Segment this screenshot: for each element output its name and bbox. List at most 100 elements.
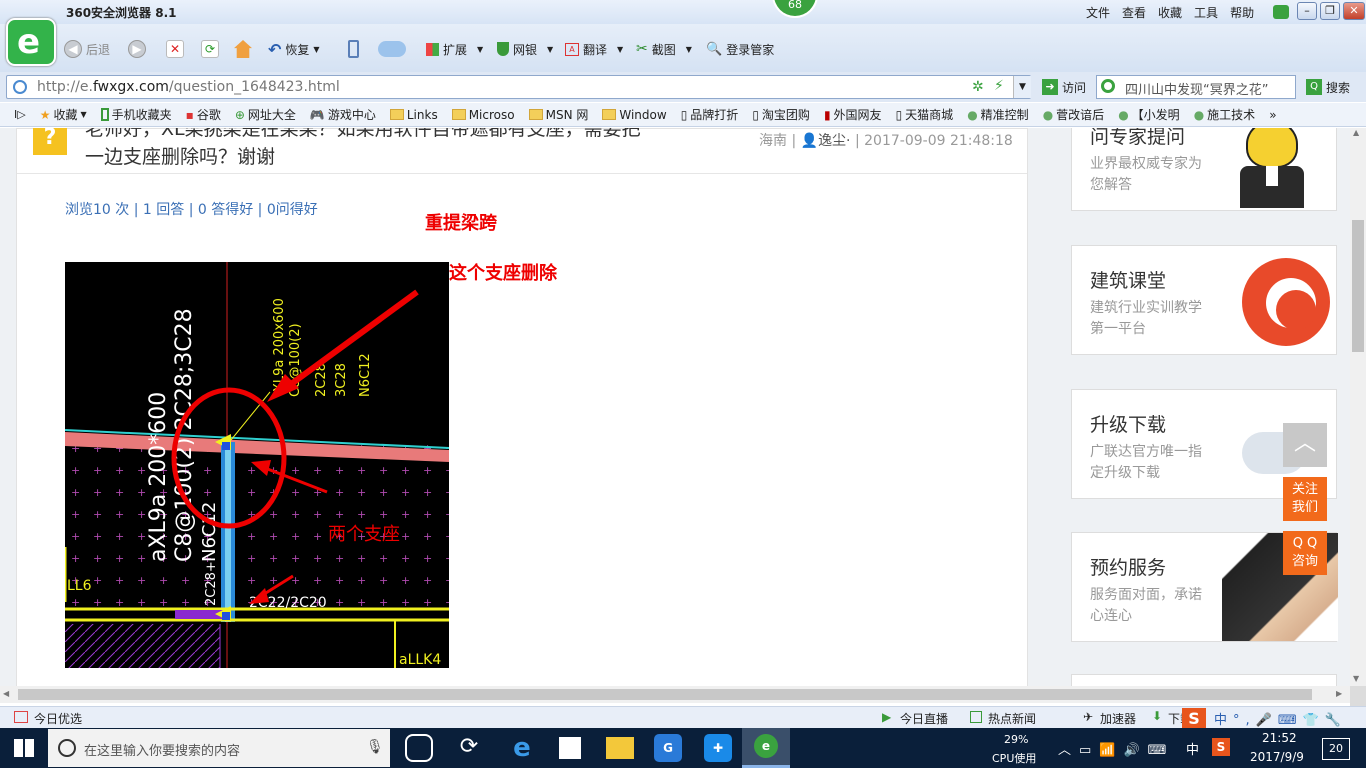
fav-google[interactable]: ▪ 谷歌	[186, 106, 221, 123]
fav-precise[interactable]: ● 精准控制	[967, 106, 1029, 123]
sogou-tray-icon[interactable]: S	[1212, 738, 1230, 756]
fav-brand[interactable]: ▯ 品牌打折	[681, 106, 739, 123]
question-meta: 海南 | 👤逸尘· | 2017-09-09 21:48:18	[759, 133, 1013, 149]
login-manager-button[interactable]: 🔍 登录管家	[706, 38, 774, 60]
notification-badge[interactable]: 68	[772, 0, 818, 18]
lightning-icon[interactable]: ⚡	[994, 78, 1004, 94]
fav-taobao[interactable]: ▯ 淘宝团购	[752, 106, 810, 123]
sidebar-toggle-icon[interactable]: I▷	[14, 108, 26, 121]
sidebar-card-expert[interactable]: 问专家提问 业界最权威专家为您解答	[1071, 128, 1337, 211]
horizontal-scrollbar[interactable]: ◀ ▶	[0, 686, 1350, 703]
fav-mobile[interactable]: 手机收藏夹	[100, 106, 172, 123]
clock-time[interactable]: 21:52	[1262, 731, 1297, 745]
scroll-up-icon[interactable]: ▲	[1353, 128, 1359, 137]
qq-consult-button[interactable]: Q Q咨询	[1283, 531, 1327, 575]
fav-invention[interactable]: ● 【小发明	[1118, 106, 1180, 123]
ime-toolbar[interactable]: 中°,🎤⌨👕🔧	[1214, 709, 1347, 728]
more-favorites-icon[interactable]: »	[1269, 108, 1276, 122]
scroll-right-icon[interactable]: ▶	[1336, 689, 1342, 698]
sogou-icon[interactable]: S	[1182, 708, 1206, 730]
restore-button[interactable]: ↶ 恢复 ▼	[268, 38, 320, 60]
fav-sites[interactable]: ⊕ 网址大全	[235, 106, 296, 123]
action-center-icon[interactable]: 20	[1322, 738, 1350, 760]
edge-icon[interactable]: e	[508, 734, 536, 762]
search-button[interactable]: Q 搜索	[1306, 76, 1350, 98]
file-explorer-icon[interactable]	[606, 737, 634, 759]
search-engine-icon	[1101, 79, 1115, 93]
forward-button[interactable]: ▶	[128, 38, 146, 60]
chevron-down-icon: ▼	[685, 44, 692, 54]
clock-date[interactable]: 2017/9/9	[1250, 750, 1304, 764]
task-view-icon[interactable]	[405, 734, 433, 762]
home-button[interactable]	[234, 38, 252, 60]
edge-old-icon[interactable]: ⟳	[455, 734, 483, 762]
fav-collect[interactable]: ★ 收藏 ▼	[40, 106, 87, 123]
taskbar-search-box[interactable]: 在这里输入你要搜索的内容 🎙	[48, 729, 390, 767]
browser-logo[interactable]: e	[6, 18, 56, 66]
chevron-down-icon: ▼	[477, 44, 484, 54]
minimize-button[interactable]: –	[1297, 2, 1317, 20]
translate-icon: A	[565, 42, 579, 56]
menu-help[interactable]: 帮助	[1230, 4, 1254, 21]
menu-view[interactable]: 查看	[1122, 4, 1146, 21]
meta-region[interactable]: 海南	[759, 133, 787, 149]
fav-foreign[interactable]: ▮ 外国网友	[824, 106, 882, 123]
fav-yingai[interactable]: ● 菅改谙后	[1043, 106, 1105, 123]
fav-games[interactable]: 🎮 游戏中心	[310, 106, 376, 123]
back-button[interactable]: ◀ 后退	[64, 38, 110, 60]
extensions-button[interactable]: 扩展 ▼	[426, 38, 483, 60]
maximize-button[interactable]: ❐	[1320, 2, 1340, 20]
meta-user[interactable]: 逸尘·	[818, 133, 850, 149]
windows-start-icon[interactable]	[14, 739, 34, 757]
address-field[interactable]: http://e.fwxgx.com/question_1648423.html…	[6, 75, 1031, 99]
mobile-button[interactable]	[348, 38, 359, 60]
scroll-left-icon[interactable]: ◀	[3, 689, 9, 698]
screenshot-button[interactable]: ✂ 截图 ▼	[636, 38, 692, 60]
cad-label-n6c12: N6C12	[199, 502, 220, 562]
ime-indicator[interactable]: 中	[1186, 739, 1199, 758]
question-card: ? 老师好，XL梁挑梁是在某某？如果用软件自带遮都有支座，需要把 一边支座删除吗…	[16, 128, 1028, 686]
skin-icon[interactable]	[1273, 5, 1289, 19]
fav-tech[interactable]: ● 施工技术	[1194, 106, 1256, 123]
horizontal-scroll-thumb[interactable]	[18, 689, 1312, 700]
fav-tmall[interactable]: ▯ 天猫商城	[896, 106, 954, 123]
vertical-scrollbar[interactable]: ▲ ▼	[1350, 128, 1366, 686]
menu-favorites[interactable]: 收藏	[1158, 4, 1182, 21]
cad-screenshot[interactable]: + aXL9a 20	[65, 262, 449, 668]
refresh-button[interactable]: ⟳	[201, 38, 219, 60]
app-cross-icon[interactable]: ✚	[704, 734, 732, 762]
sidebar-card-classroom[interactable]: 建筑课堂 建筑行业实训教学第一平台	[1071, 245, 1337, 355]
tray-icons[interactable]: ︿▭📶🔊⌨	[1058, 739, 1174, 758]
favorites-bar: I▷ ★ 收藏 ▼ 手机收藏夹 ▪ 谷歌 ⊕ 网址大全 🎮 游戏中心 Links Micr…	[0, 103, 1366, 127]
back-to-top-button[interactable]: ︿	[1283, 423, 1327, 467]
stop-button[interactable]: ✕	[166, 38, 184, 60]
scroll-down-icon[interactable]: ▼	[1353, 674, 1359, 683]
dropdown-icon[interactable]: ▼	[1013, 76, 1031, 98]
daily-picks[interactable]: 今日优选	[34, 710, 82, 727]
chat-icon: ●	[1118, 107, 1129, 122]
hot-news[interactable]: 热点新闻	[988, 710, 1036, 727]
folder-icon	[389, 109, 404, 120]
vertical-scroll-thumb[interactable]	[1352, 220, 1364, 352]
app-blue-icon[interactable]: G	[654, 734, 682, 762]
menu-file[interactable]: 文件	[1086, 4, 1110, 21]
fav-msn[interactable]: MSN 网	[528, 106, 588, 123]
follow-us-button[interactable]: 关注我们	[1283, 477, 1327, 521]
go-button[interactable]: ➜ 访问	[1042, 76, 1086, 98]
translate-button[interactable]: A 翻译 ▼	[565, 38, 623, 60]
close-button[interactable]: ✕	[1343, 2, 1365, 20]
cad-drawing: + aXL9a 20	[65, 262, 449, 668]
fav-links[interactable]: Links	[389, 108, 438, 122]
store-icon[interactable]	[559, 737, 581, 759]
shield-icon	[497, 42, 509, 56]
search-field[interactable]: 四川山中发现“冥界之花”	[1096, 75, 1296, 99]
bank-button[interactable]: 网银 ▼	[497, 38, 553, 60]
today-live[interactable]: 今日直播	[900, 710, 948, 727]
back-arrow-icon: ◀	[64, 40, 82, 58]
menu-tools[interactable]: 工具	[1194, 4, 1218, 21]
cloud-button[interactable]	[378, 38, 406, 60]
active-browser-task[interactable]: e	[742, 728, 790, 768]
fav-windows[interactable]: Window	[602, 108, 667, 122]
fav-microsoft[interactable]: Microso	[451, 108, 515, 122]
accelerator[interactable]: 加速器	[1100, 710, 1136, 727]
